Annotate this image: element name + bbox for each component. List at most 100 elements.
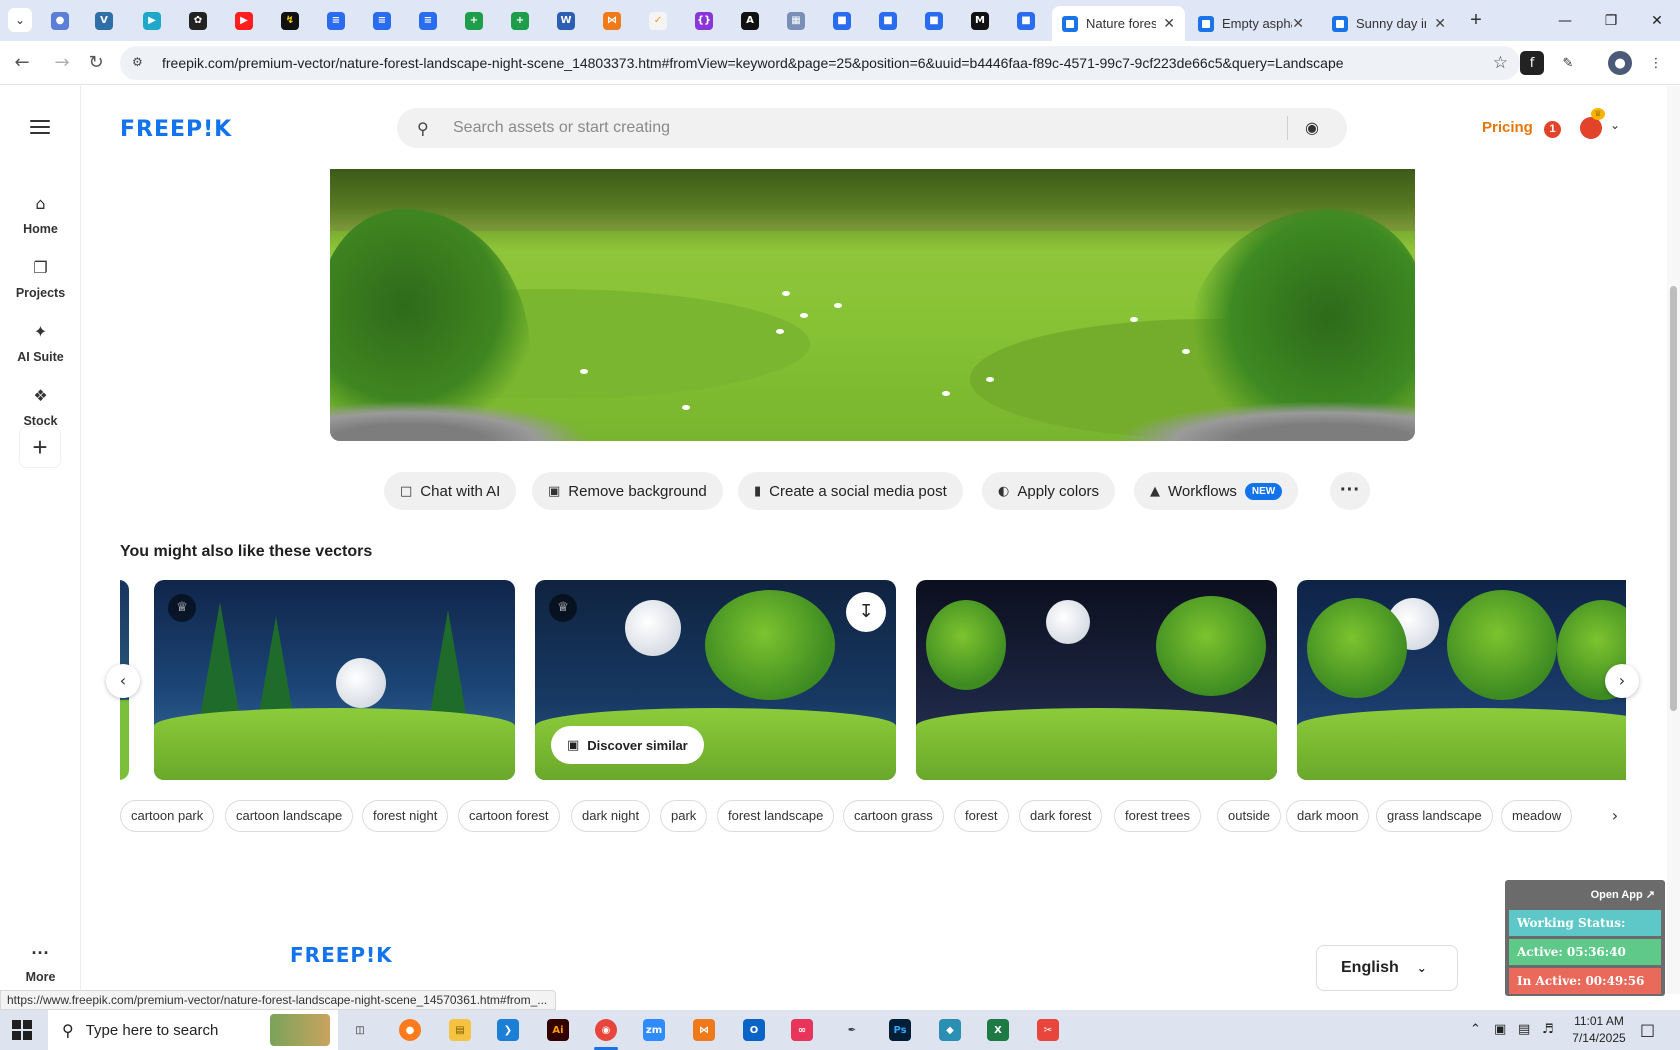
carousel-next-button[interactable]: ›	[1605, 664, 1639, 698]
tray-app-icon[interactable]: ▣	[1494, 1022, 1506, 1037]
pinned-tab[interactable]: +	[452, 0, 496, 41]
rail-item-ai-suite[interactable]: ✦ AI Suite	[0, 322, 81, 366]
minimize-button[interactable]: —	[1542, 0, 1588, 41]
scrollbar-thumb[interactable]	[1670, 286, 1677, 711]
tag[interactable]: cartoon park	[120, 800, 215, 832]
pinned-tab[interactable]: ⋈	[590, 0, 634, 41]
tag[interactable]: grass landscape	[1376, 800, 1493, 832]
close-window-button[interactable]: ✕	[1634, 0, 1680, 41]
reload-button[interactable]: ↻	[84, 51, 108, 75]
pinned-tab[interactable]: ▦	[774, 0, 818, 41]
excel-icon[interactable]: X	[978, 1014, 1018, 1046]
pinned-tab[interactable]: ■	[820, 0, 864, 41]
pinned-tab[interactable]: ↯	[268, 0, 312, 41]
chat-with-ai-button[interactable]: □ Chat with AI	[384, 472, 517, 510]
main-preview-image[interactable]	[330, 169, 1415, 441]
vscode-icon[interactable]: ❯	[488, 1014, 528, 1046]
pinned-tab[interactable]: W	[544, 0, 588, 41]
windows-start-icon[interactable]	[12, 1020, 32, 1040]
pinned-tab[interactable]: ≡	[406, 0, 450, 41]
pinned-tab[interactable]: V	[82, 0, 126, 41]
carousel-prev-button[interactable]: ‹	[106, 664, 140, 698]
xampp-icon[interactable]: ⋈	[684, 1014, 724, 1046]
pinned-tab[interactable]: ■	[866, 0, 910, 41]
extensions-puzzle-icon[interactable]: ✎	[1556, 51, 1580, 75]
pinned-tab[interactable]: ≡	[314, 0, 358, 41]
footer-freepik-logo[interactable]: FREEP!K	[290, 943, 393, 967]
outlook-icon[interactable]: O	[734, 1014, 774, 1046]
download-icon[interactable]: ↧	[846, 592, 886, 632]
open-app-link[interactable]: Open App ↗	[1591, 888, 1655, 901]
tag[interactable]: dark forest	[1019, 800, 1103, 832]
rail-item-stock[interactable]: ❖ Stock	[0, 386, 81, 430]
rail-item-home[interactable]: ⌂ Home	[0, 194, 81, 238]
profile-avatar[interactable]: ●	[1608, 51, 1632, 75]
tab-close-icon[interactable]: ✕	[1163, 15, 1175, 32]
tab-sunny-day[interactable]: Sunny day in ✕	[1322, 6, 1456, 41]
pinned-tab[interactable]: ✿	[176, 0, 220, 41]
notifications-bell-icon[interactable]: 1	[1544, 118, 1564, 138]
task-view-icon[interactable]: ◫	[340, 1014, 380, 1046]
tag[interactable]: meadow	[1501, 800, 1573, 832]
pinned-tab[interactable]: ■	[912, 0, 956, 41]
freepik-logo[interactable]: FREEP!K	[120, 117, 232, 142]
taskbar-search[interactable]: ⚲ Type here to search	[48, 1010, 338, 1050]
tag[interactable]: forest night	[362, 800, 449, 832]
app-diamond-icon[interactable]: ◆	[930, 1014, 970, 1046]
workflows-button[interactable]: ▲ Workflows NEW	[1134, 472, 1299, 510]
rail-item-projects[interactable]: ❐ Projects	[0, 258, 81, 302]
tag[interactable]: dark moon	[1286, 800, 1370, 832]
hamburger-menu-icon[interactable]	[30, 120, 50, 134]
camera-search-icon[interactable]: ◉	[1305, 118, 1319, 137]
pinned-tab[interactable]: ▶	[130, 0, 174, 41]
tab-close-icon[interactable]: ✕	[1292, 15, 1304, 32]
pinned-tab[interactable]: ■	[1004, 0, 1048, 41]
create-plus-button[interactable]: +	[19, 426, 61, 468]
pinned-tab[interactable]: {}	[682, 0, 726, 41]
chrome-icon[interactable]: ◉	[586, 1014, 626, 1050]
related-card[interactable]: ♕	[154, 580, 515, 780]
pinned-tab[interactable]: +	[498, 0, 542, 41]
firefox-icon[interactable]: ●	[390, 1014, 430, 1046]
remove-background-button[interactable]: ▣ Remove background	[532, 472, 723, 510]
network-icon[interactable]: ▤	[1518, 1022, 1530, 1037]
pinned-tab[interactable]: ≡	[360, 0, 404, 41]
related-card[interactable]: ♕ ↧ ▣ Discover similar	[535, 580, 896, 780]
pricing-link[interactable]: Pricing	[1482, 119, 1533, 136]
zoom-icon[interactable]: zm	[634, 1014, 674, 1046]
pinned-tab[interactable]: A	[728, 0, 772, 41]
language-select[interactable]: English ⌄	[1316, 945, 1458, 991]
tab-search-chevron-icon[interactable]: ⌄	[8, 8, 32, 32]
file-explorer-icon[interactable]: ▤	[440, 1014, 480, 1046]
photoshop-icon[interactable]: Ps	[880, 1014, 920, 1046]
tag[interactable]: cartoon grass	[843, 800, 944, 832]
pinned-tab[interactable]: ▶	[222, 0, 266, 41]
related-card[interactable]	[916, 580, 1277, 780]
tab-nature-forest[interactable]: Nature forest landscape night scene ✕	[1052, 6, 1185, 41]
pinned-tab[interactable]: ●	[38, 0, 82, 41]
illustrator-icon[interactable]: Ai	[538, 1014, 578, 1046]
pen-tool-icon[interactable]: ✒	[832, 1014, 872, 1046]
browser-menu-icon[interactable]: ⋮	[1644, 51, 1668, 75]
tag[interactable]: cartoon forest	[458, 800, 560, 832]
more-actions-button[interactable]: ···	[1330, 472, 1370, 510]
site-info-icon[interactable]: ⚙	[132, 55, 148, 71]
tray-chevron-up-icon[interactable]: ⌃	[1470, 1022, 1481, 1037]
snipping-tool-icon[interactable]: ✂	[1028, 1014, 1068, 1046]
new-tab-button[interactable]: +	[1464, 8, 1488, 32]
back-button[interactable]: ←	[10, 51, 34, 75]
tag[interactable]: outside	[1217, 800, 1281, 832]
notification-center-icon[interactable]: □	[1640, 1020, 1655, 1039]
creative-cloud-icon[interactable]: ∞	[782, 1014, 822, 1046]
tag[interactable]: forest trees	[1114, 800, 1202, 832]
tab-empty-asphalt[interactable]: Empty asphalt ✕	[1188, 6, 1314, 41]
pinned-tab[interactable]: ✓	[636, 0, 680, 41]
page-scrollbar[interactable]	[1667, 86, 1680, 994]
create-social-post-button[interactable]: ▮ Create a social media post	[738, 472, 963, 510]
address-bar[interactable]: ⚙ freepik.com/premium-vector/nature-fore…	[120, 46, 1520, 80]
chevron-down-icon[interactable]: ⌄	[1610, 118, 1620, 132]
rail-item-more[interactable]: ··· More	[0, 944, 81, 986]
restore-button[interactable]: ❐	[1588, 0, 1634, 41]
tag[interactable]: forest	[954, 800, 1009, 832]
search-input[interactable]	[453, 108, 1253, 148]
